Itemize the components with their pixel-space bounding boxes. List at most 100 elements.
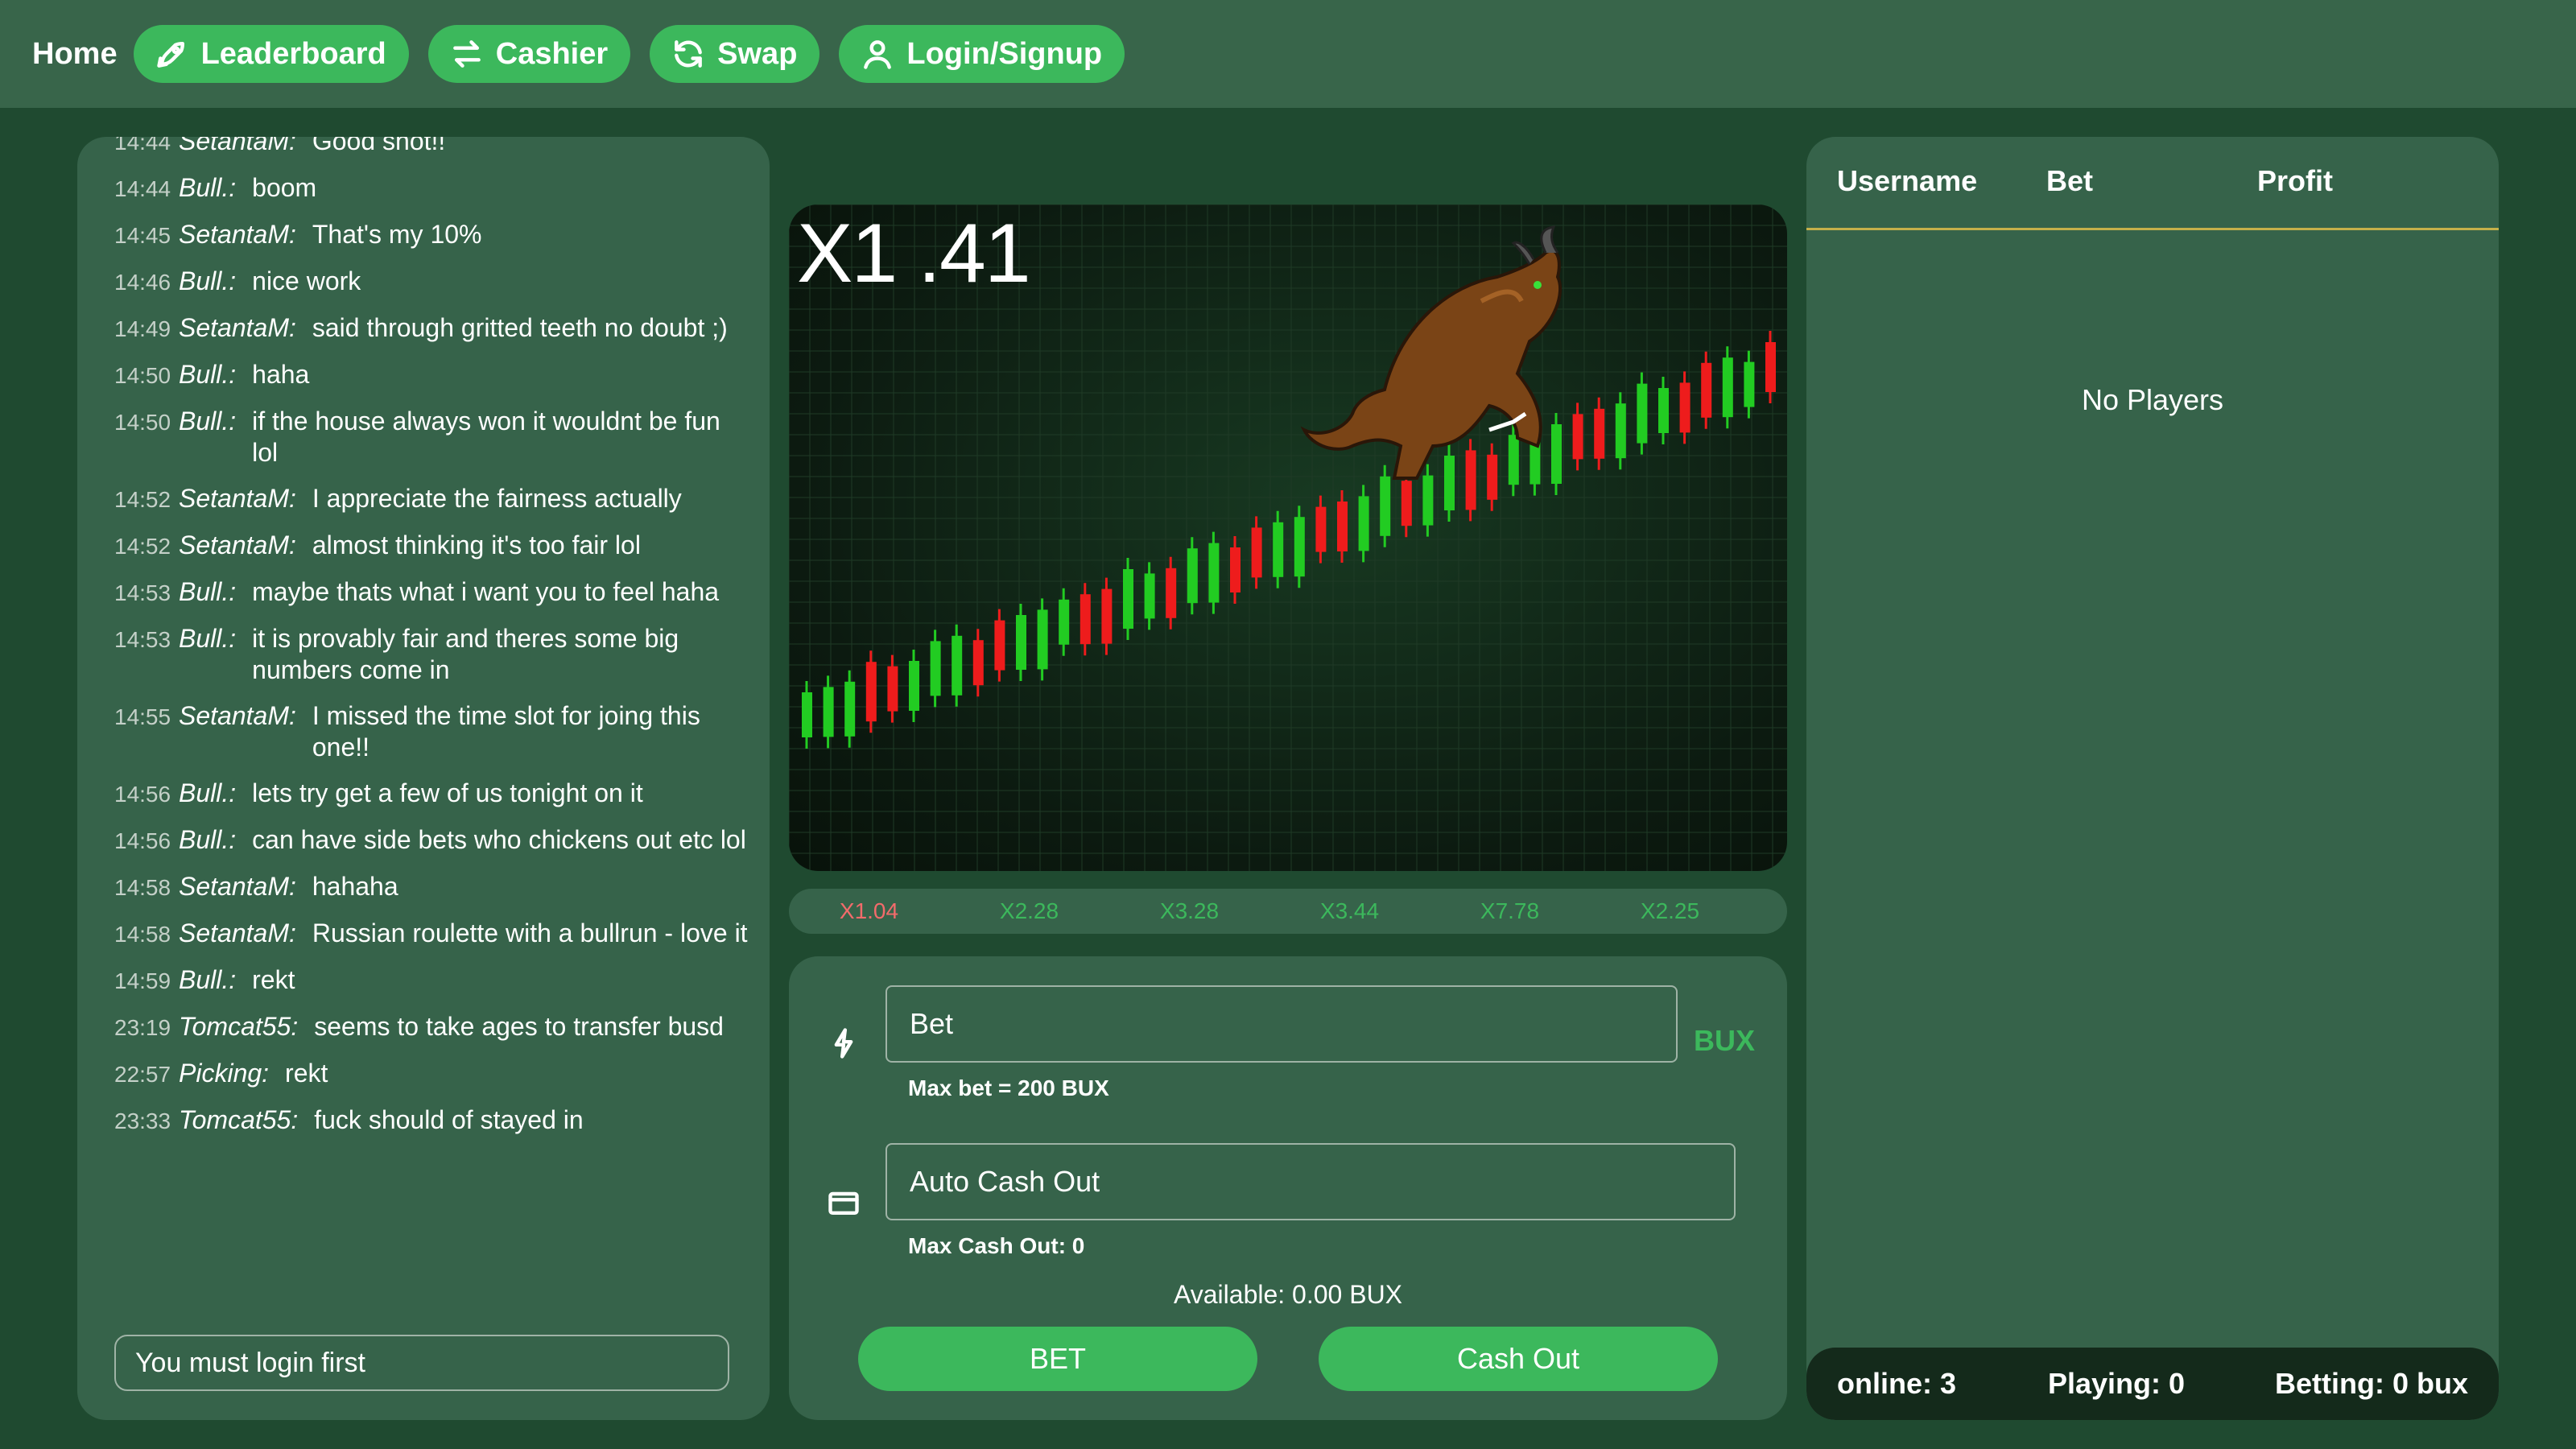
candle-up [1144,573,1155,619]
chat-timestamp: 23:19 [114,1015,171,1040]
bet-button[interactable]: BET [858,1327,1257,1391]
chat-timestamp: 14:44 [114,137,171,155]
chat-timestamp: 14:53 [114,580,171,605]
candle-up [1722,357,1733,418]
chat-text: Russian roulette with a bullrun - love i… [312,919,748,947]
chat-username[interactable]: Bull.: [179,359,236,390]
chat-timestamp: 14:59 [114,968,171,993]
nav-home-link[interactable]: Home [32,37,118,72]
candle-up [1380,476,1391,536]
candle-up [1059,599,1070,645]
candle-up [1615,403,1626,459]
chat-username[interactable]: Bull.: [179,266,236,297]
history-multiplier[interactable]: X3.44 [1269,898,1430,924]
chat-username[interactable]: Bull.: [179,576,236,608]
chat-message: 14:49 SetantaM: said through gritted teeth… [114,312,750,345]
chat-text: said through gritted teeth no doubt ;) [312,313,728,342]
chat-message: 14:45 SetantaM: That's my 10% [114,219,750,251]
chat-username[interactable]: SetantaM: [179,871,296,902]
candle-down [1230,547,1241,592]
chat-username[interactable]: Tomcat55: [179,1011,298,1042]
chat-timestamp: 14:52 [114,487,171,512]
chat-timestamp: 14:49 [114,316,171,341]
chat-timestamp: 14:58 [114,922,171,947]
chat-text: boom [252,173,317,202]
column-bet: Bet [2046,164,2094,197]
chat-text: seems to take ages to transfer busd [314,1012,724,1041]
candle-up [952,635,963,696]
chat-timestamp: 14:50 [114,363,171,388]
wallet-card-icon [826,1185,861,1220]
history-multiplier[interactable]: X1.04 [789,898,949,924]
cashier-label: Cashier [495,36,609,71]
chat-text: fuck should of stayed in [314,1105,584,1134]
candle-down [1251,527,1262,578]
chat-message: 14:52 SetantaM: I appreciate the fairness … [114,483,750,515]
chat-text: it is provably fair and theres some big … [252,624,679,684]
chat-username[interactable]: Picking: [179,1058,269,1089]
auto-cashout-input[interactable]: Auto Cash Out [886,1143,1736,1220]
chat-username[interactable]: SetantaM: [179,219,296,250]
candle-down [1594,408,1605,459]
players-stats-footer: online: 3 Playing: 0 Betting: 0 bux [1806,1348,2499,1420]
candle-up [1123,569,1133,629]
chat-text: hahaha [312,872,398,901]
history-multiplier[interactable]: X2.28 [949,898,1109,924]
candle-up [1037,609,1048,670]
chat-username[interactable]: Bull.: [179,824,236,856]
leaderboard-button[interactable]: Leaderboard [133,25,409,83]
chat-message-list[interactable]: 14:44 SetantaM: Good shot!! 14:44 Bull.: boom… [114,137,750,1420]
chat-text: rekt [252,965,295,994]
candle-down [1401,481,1412,526]
chat-username[interactable]: SetantaM: [179,918,296,949]
chat-username[interactable]: Tomcat55: [179,1104,298,1136]
chat-username[interactable]: SetantaM: [179,700,296,732]
chat-username[interactable]: Bull.: [179,778,236,809]
candle-down [1337,502,1348,551]
cashier-button[interactable]: Cashier [427,25,631,83]
chat-username[interactable]: Bull.: [179,623,236,654]
candle-down [1679,382,1690,433]
chat-message: 14:53 Bull.: it is provably fair and there… [114,623,750,686]
lightning-icon [826,1026,861,1061]
chat-input[interactable]: You must login first [114,1335,729,1391]
multiplier-history-bar: X1.04 X2.28 X3.28 X3.44 X7.78 X2.25 [789,889,1787,934]
chat-username[interactable]: Bull.: [179,172,236,204]
candle-up [802,692,812,737]
chat-text: I appreciate the fairness actually [312,484,682,513]
chat-username[interactable]: SetantaM: [179,483,296,514]
chat-text: almost thinking it's too fair lol [312,530,641,559]
candle-up [1637,383,1648,444]
history-multiplier[interactable]: X2.25 [1590,898,1750,924]
chat-text: lets try get a few of us tonight on it [252,778,643,807]
chat-timestamp: 14:53 [114,627,171,652]
login-signup-button[interactable]: Login/Signup [839,25,1125,83]
candle-up [930,641,941,696]
column-profit: Profit [2257,164,2333,197]
candle-down [1487,454,1498,500]
chat-username[interactable]: SetantaM: [179,137,296,157]
leaderboard-label: Leaderboard [200,36,386,71]
chat-message: 14:53 Bull.: maybe thats what i want you t… [114,576,750,609]
chat-username[interactable]: SetantaM: [179,312,296,344]
chat-message: 14:56 Bull.: can have side bets who chicke… [114,824,750,857]
chat-username[interactable]: Bull.: [179,406,236,437]
cash-out-button[interactable]: Cash Out [1319,1327,1718,1391]
chat-message: 14:52 SetantaM: almost thinking it's too f… [114,530,750,562]
swap-button[interactable]: Swap [650,25,820,83]
history-multiplier[interactable]: X7.78 [1430,898,1590,924]
betting-total: Betting: 0 bux [2275,1367,2468,1400]
history-multiplier[interactable]: X3.28 [1109,898,1269,924]
candle-up [909,661,919,711]
no-players-message: No Players [2081,383,2224,416]
max-cashout-note: Max Cash Out: 0 [908,1233,1085,1258]
chat-username[interactable]: Bull.: [179,964,236,996]
chat-timestamp: 14:50 [114,410,171,435]
chat-text: maybe thats what i want you to feel haha [252,577,720,606]
chat-message: 14:59 Bull.: rekt [114,964,750,997]
chat-timestamp: 14:56 [114,782,171,807]
candle-up [823,687,834,737]
bet-amount-input[interactable]: Bet [886,985,1678,1063]
candle-down [1701,362,1712,418]
chat-username[interactable]: SetantaM: [179,530,296,561]
